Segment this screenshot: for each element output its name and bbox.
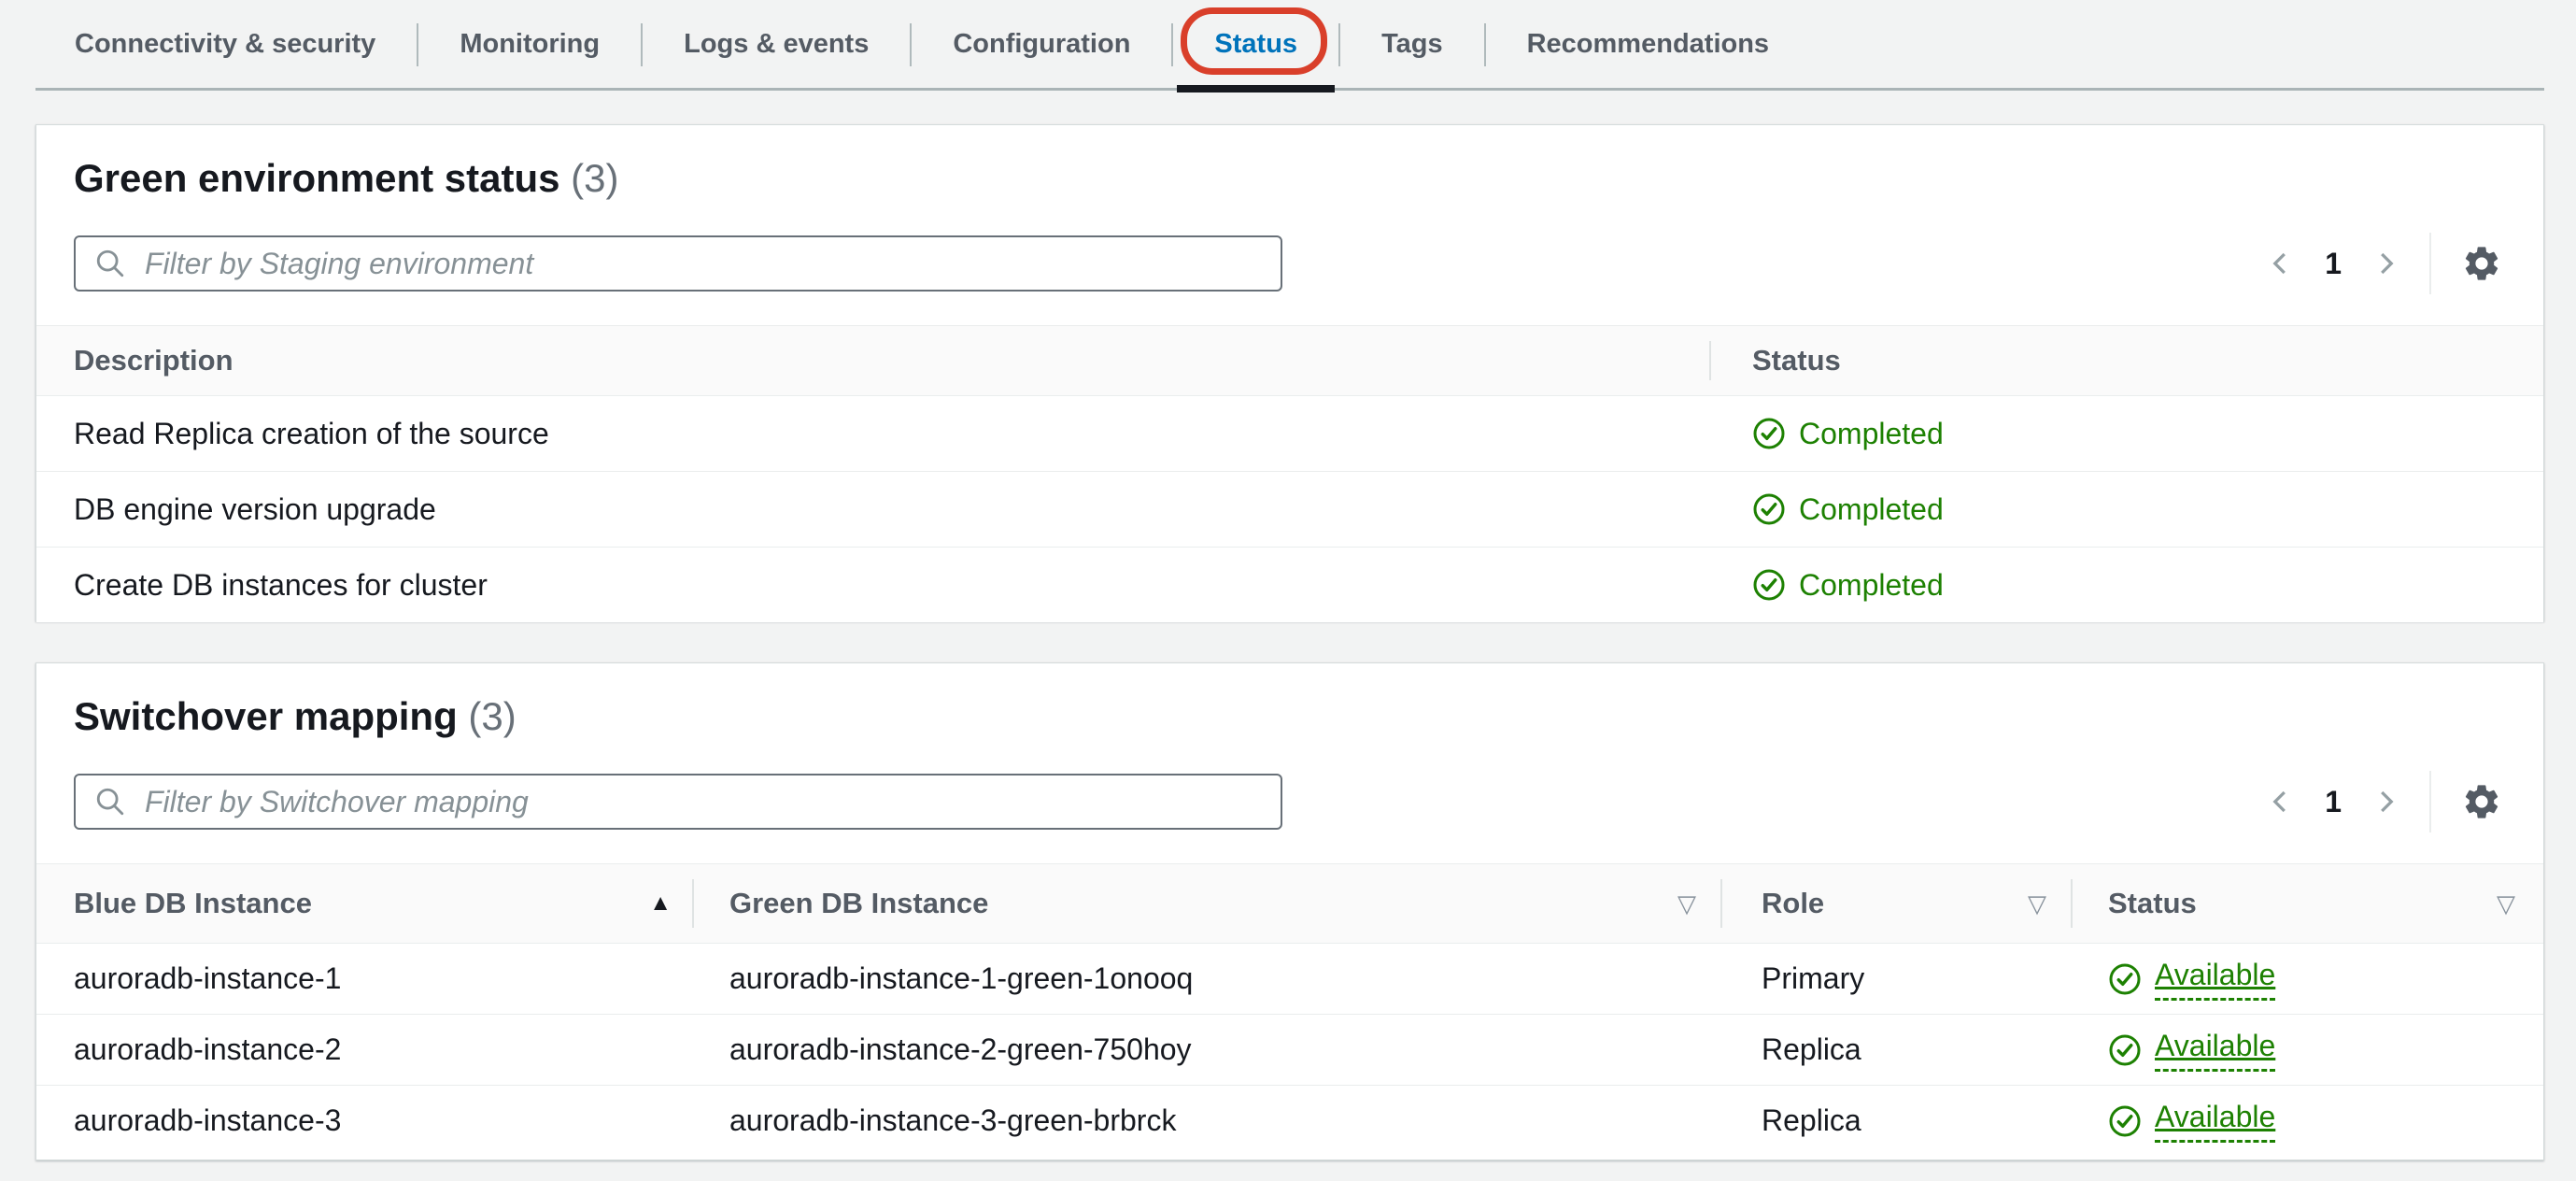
next-page-button[interactable]: [2371, 786, 2399, 818]
settings-button[interactable]: [2461, 243, 2502, 284]
role-cell: Replica: [1762, 1032, 1861, 1066]
table-header-row: Description Status: [36, 326, 2543, 396]
status-cell: Available: [2071, 958, 2543, 1001]
chevron-right-icon: [2381, 790, 2394, 813]
tab-tags[interactable]: Tags: [1340, 0, 1484, 89]
check-circle-icon: [2109, 963, 2141, 994]
panel-title: Green environment status (3): [74, 155, 2502, 202]
description-cell: DB engine version upgrade: [74, 491, 436, 526]
green-db-instance-cell: auroradb-instance-2-green-750hoy: [729, 1032, 1192, 1066]
switchover-filter: [74, 774, 1282, 830]
status-cell: Available: [2071, 1100, 2543, 1143]
gear-icon: [2465, 247, 2498, 280]
table-row: auroradb-instance-2 auroradb-instance-2-…: [36, 1015, 2543, 1086]
status-text: Completed: [1799, 416, 1944, 450]
blue-db-instance-cell: auroradb-instance-3: [74, 1103, 342, 1137]
status-link[interactable]: Available: [2155, 958, 2276, 1001]
table-row: auroradb-instance-1 auroradb-instance-1-…: [36, 944, 2543, 1015]
blue-db-instance-cell: auroradb-instance-2: [74, 1032, 342, 1066]
table-row: DB engine version upgrade Completed: [36, 472, 2543, 548]
sort-toggle-icon[interactable]: ▽: [2497, 889, 2515, 918]
next-page-button[interactable]: [2371, 248, 2399, 279]
check-circle-icon: [1753, 569, 1785, 601]
sort-toggle-icon[interactable]: ▽: [2028, 889, 2046, 918]
chevron-left-icon: [2272, 252, 2286, 275]
switchover-filter-input[interactable]: [143, 783, 1273, 820]
chevron-left-icon: [2272, 790, 2286, 813]
panel-item-count: (3): [468, 694, 517, 738]
panel-title: Switchover mapping (3): [74, 693, 2502, 740]
green-db-instance-cell: auroradb-instance-3-green-brbrck: [729, 1103, 1177, 1137]
controls-divider: [2429, 771, 2431, 832]
tab-recommendations[interactable]: Recommendations: [1486, 0, 1810, 89]
previous-page-button[interactable]: [2267, 786, 2295, 818]
table-row: Create DB instances for cluster Complete…: [36, 548, 2543, 622]
status-cell: Completed: [1709, 417, 2543, 451]
check-circle-icon: [2109, 1034, 2141, 1065]
tab-status[interactable]: Status: [1173, 0, 1338, 92]
tab-bar: Connectivity & security Monitoring Logs …: [0, 0, 2576, 92]
staging-filter: [74, 235, 1282, 292]
table-row: Read Replica creation of the source Comp…: [36, 396, 2543, 472]
search-icon: [96, 788, 124, 816]
status-link[interactable]: Available: [2155, 1100, 2276, 1143]
blue-db-instance-cell: auroradb-instance-1: [74, 961, 342, 995]
column-header-green-db-instance[interactable]: Green DB Instance ▽: [692, 864, 1720, 943]
check-circle-icon: [2109, 1105, 2141, 1136]
panel-title-text: Switchover mapping: [74, 694, 458, 738]
green-environment-status-panel: Green environment status (3) 1: [35, 124, 2544, 622]
role-cell: Primary: [1762, 961, 1865, 995]
switchover-mapping-panel: Switchover mapping (3) 1: [35, 662, 2544, 1160]
description-cell: Create DB instances for cluster: [74, 567, 488, 602]
tab-configuration[interactable]: Configuration: [912, 0, 1171, 89]
gear-icon: [2465, 785, 2498, 818]
controls-divider: [2429, 233, 2431, 294]
panel-title-text: Green environment status: [74, 156, 560, 200]
sort-ascending-icon[interactable]: ▲: [649, 890, 672, 917]
search-icon: [96, 249, 124, 277]
tab-status-label: Status: [1214, 29, 1298, 59]
column-header-description: Description: [74, 344, 234, 377]
status-cell: Available: [2071, 1029, 2543, 1072]
status-text: Completed: [1799, 491, 1944, 526]
column-header-status[interactable]: Status ▽: [2071, 864, 2543, 943]
status-text: Completed: [1799, 567, 1944, 602]
settings-button[interactable]: [2461, 781, 2502, 822]
description-cell: Read Replica creation of the source: [74, 416, 549, 450]
current-page[interactable]: 1: [2319, 247, 2347, 281]
sort-toggle-icon[interactable]: ▽: [1677, 889, 1696, 918]
check-circle-icon: [1753, 493, 1785, 525]
status-cell: Completed: [1709, 492, 2543, 527]
previous-page-button[interactable]: [2267, 248, 2295, 279]
check-circle-icon: [1753, 418, 1785, 449]
current-page[interactable]: 1: [2319, 785, 2347, 819]
tab-monitoring[interactable]: Monitoring: [418, 0, 641, 89]
tab-logs-events[interactable]: Logs & events: [643, 0, 910, 89]
column-header-role[interactable]: Role ▽: [1720, 864, 2071, 943]
tab-connectivity-security[interactable]: Connectivity & security: [34, 0, 417, 89]
column-header-blue-db-instance[interactable]: Blue DB Instance ▲: [36, 864, 692, 943]
staging-filter-input[interactable]: [143, 245, 1273, 282]
column-header-status: Status: [1709, 326, 2543, 395]
table-header-row: Blue DB Instance ▲ Green DB Instance ▽ R…: [36, 864, 2543, 944]
panel-item-count: (3): [571, 156, 619, 200]
status-link[interactable]: Available: [2155, 1029, 2276, 1072]
green-db-instance-cell: auroradb-instance-1-green-1onooq: [729, 961, 1194, 995]
green-environment-status-table: Description Status Read Replica creation…: [36, 325, 2543, 622]
status-cell: Completed: [1709, 568, 2543, 603]
active-tab-underline: [1177, 85, 1336, 92]
table-row: auroradb-instance-3 auroradb-instance-3-…: [36, 1086, 2543, 1156]
switchover-mapping-table: Blue DB Instance ▲ Green DB Instance ▽ R…: [36, 863, 2543, 1156]
chevron-right-icon: [2381, 252, 2394, 275]
role-cell: Replica: [1762, 1103, 1861, 1137]
